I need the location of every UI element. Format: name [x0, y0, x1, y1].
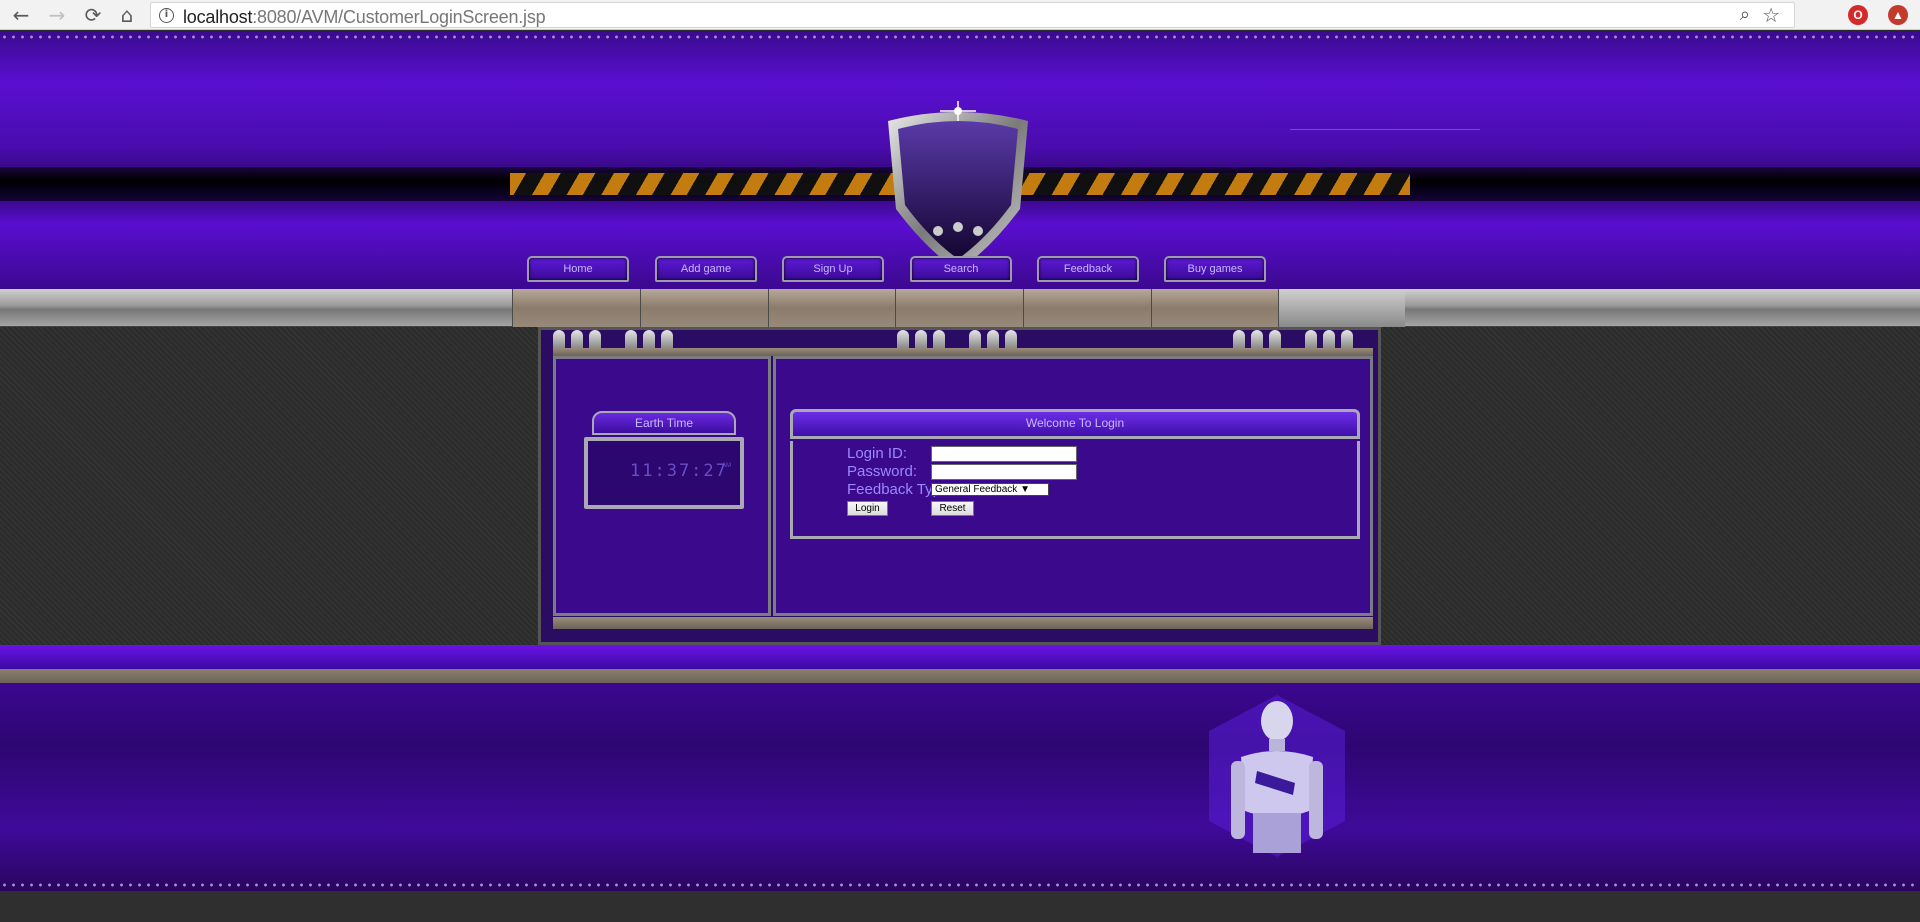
login-panel: Welcome To Login Login ID: Password: Fee…: [773, 356, 1373, 616]
login-button[interactable]: Login: [847, 501, 888, 516]
url-path: :8080/AVM/CustomerLoginScreen.jsp: [252, 7, 546, 27]
main-nav: Home Add game Sign Up Search Feedback Bu…: [525, 256, 1266, 286]
metal-segment: [895, 289, 1023, 327]
metal-segment: [640, 289, 768, 327]
nav-add-game[interactable]: Add game: [655, 256, 757, 282]
header-decoration-lines: [1290, 129, 1480, 159]
bottom-dot-strip: [0, 881, 1920, 889]
clock-display: 11:37:27 AM: [584, 437, 744, 509]
bookmark-star-icon[interactable]: ☆: [1762, 3, 1780, 27]
metal-segment: [768, 289, 895, 327]
lower-purple-band: [0, 645, 1920, 669]
nav-buy-games[interactable]: Buy games: [1164, 256, 1266, 282]
feedback-type-select[interactable]: General Feedback ▼: [931, 483, 1049, 496]
metal-segment: [512, 289, 640, 327]
clock-digits: 11:37:27: [630, 461, 728, 481]
browser-toolbar: ← → ⟳ ⌂ i localhost:8080/AVM/CustomerLog…: [0, 0, 1920, 30]
nav-search[interactable]: Search: [910, 256, 1012, 282]
metal-segment: [1023, 289, 1151, 327]
zoom-icon[interactable]: ⌕: [1740, 4, 1750, 25]
nav-feedback[interactable]: Feedback: [1037, 256, 1139, 282]
panel-bottom-strip: [553, 617, 1373, 629]
clock-ampm: AM: [722, 463, 731, 469]
login-header: Welcome To Login: [790, 409, 1360, 439]
metal-segment: [1278, 289, 1405, 327]
left-texture: [0, 327, 538, 645]
metal-bar: [0, 289, 1920, 327]
right-texture: [1381, 327, 1920, 645]
chevron-down-icon: ▼: [1020, 484, 1030, 495]
content-frame: Earth Time 11:37:27 AM Welcome To Login …: [538, 327, 1381, 645]
login-title: Welcome To Login: [1025, 416, 1125, 430]
earth-time-widget: Earth Time 11:37:27 AM: [584, 411, 744, 515]
site-header: Home Add game Sign Up Search Feedback Bu…: [0, 31, 1920, 289]
shield-logo-icon: [888, 101, 1028, 271]
reset-button[interactable]: Reset: [931, 501, 974, 516]
login-id-label: Login ID:: [847, 445, 908, 462]
page-footer: [0, 891, 1920, 922]
extension-opera-icon[interactable]: O: [1848, 5, 1868, 25]
metal-segment: [1151, 289, 1278, 327]
nav-sign-up[interactable]: Sign Up: [782, 256, 884, 282]
panel-top-strip: [553, 348, 1373, 356]
header-dot-strip: [0, 33, 1920, 41]
login-form: Login ID: Password: Feedback Type Genera…: [790, 441, 1360, 539]
earth-time-title: Earth Time: [592, 411, 736, 435]
page-body: Home Add game Sign Up Search Feedback Bu…: [0, 31, 1920, 922]
rivet-strip: [0, 669, 1920, 683]
url-text[interactable]: localhost:8080/AVM/CustomerLoginScreen.j…: [183, 7, 546, 28]
login-id-input[interactable]: [931, 446, 1077, 462]
address-bar[interactable]: i localhost:8080/AVM/CustomerLoginScreen…: [150, 2, 1795, 28]
url-host: localhost: [183, 7, 253, 27]
home-button[interactable]: ⌂: [114, 2, 140, 28]
robot-icon: [1209, 695, 1345, 857]
password-label: Password:: [847, 463, 918, 480]
info-icon[interactable]: i: [159, 8, 174, 23]
extension-update-icon[interactable]: ▲: [1888, 5, 1908, 25]
nav-home[interactable]: Home: [527, 256, 629, 282]
password-input[interactable]: [931, 464, 1077, 480]
earth-time-panel: Earth Time 11:37:27 AM: [553, 356, 771, 616]
back-button[interactable]: ←: [8, 2, 34, 28]
reload-button[interactable]: ⟳: [80, 2, 106, 28]
forward-button[interactable]: →: [44, 2, 70, 28]
feedback-type-value: General Feedback: [935, 484, 1018, 495]
bottom-banner: [0, 683, 1920, 891]
